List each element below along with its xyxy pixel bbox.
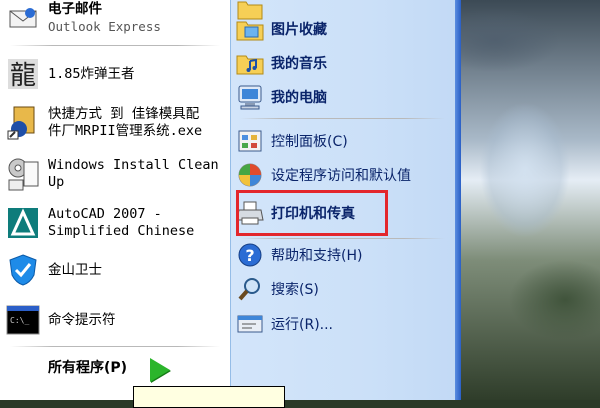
tooltip [133,386,285,408]
search-icon [234,274,266,304]
control-panel-label: 控制面板(C) [271,134,348,150]
email-item[interactable]: 电子邮件 Outlook Express [4,0,226,38]
pictures-folder-icon [234,14,266,44]
all-programs-button[interactable]: 所有程序(P) [48,357,127,377]
recent-item-label: 金山卫士 [48,261,102,278]
program-access-icon [234,160,266,190]
autocad-icon [4,204,42,242]
recent-item-label-line1: Windows Install Clean [48,157,219,173]
desktop-wallpaper [455,0,600,400]
run-icon [234,309,266,339]
svg-text:?: ? [245,246,254,265]
recent-item-kingsoft-guard[interactable]: 金山卫士 [4,250,226,290]
recent-item-label-line2: Up [48,174,65,190]
run-label: 运行(R)... [271,317,334,333]
recent-item-command-prompt[interactable]: C:\_ 命令提示符 [4,300,226,340]
recent-item-mrp-shortcut[interactable]: 快捷方式 到 佳锋模具配 件厂MRPII管理系统.exe [4,102,226,144]
installer-icon [4,155,42,193]
music-label: 我的音乐 [271,56,327,72]
start-menu-border [455,0,461,400]
bomb-game-icon: 龍 [4,55,42,93]
recent-item-label-line2: 件厂MRPII管理系统.exe [48,123,203,139]
control-panel-icon [234,126,266,156]
my-computer-icon [234,82,266,112]
separator [10,45,220,46]
search-label: 搜索(S) [271,282,319,298]
svg-text:龍: 龍 [10,61,36,91]
recent-item-label: 1.85炸弹王者 [48,65,135,82]
separator [10,346,220,347]
separator [240,118,445,119]
my-computer-item[interactable]: 我的电脑 [234,80,452,114]
mrp-shortcut-icon [4,104,42,142]
recent-item-label-line2: Simplified Chinese [48,223,195,239]
command-prompt-icon: C:\_ [4,301,42,339]
music-item[interactable]: 我的音乐 [234,46,452,80]
pictures-item[interactable]: 图片收藏 [234,12,452,46]
program-access-label: 设定程序访问和默认值 [271,168,411,184]
help-support-label: 帮助和支持(H) [271,248,363,264]
recent-item-autocad[interactable]: AutoCAD 2007 - Simplified Chinese [4,203,226,243]
recent-item-windows-install-cleanup[interactable]: Windows Install Clean Up [4,153,226,195]
outlook-express-icon [4,0,42,37]
email-subtitle: Outlook Express [48,19,161,34]
recent-item-label: 命令提示符 [48,311,116,328]
play-arrow-icon [150,358,170,382]
music-folder-icon [234,48,266,78]
program-access-item[interactable]: 设定程序访问和默认值 [234,158,452,192]
control-panel-item[interactable]: 控制面板(C) [234,124,452,158]
recent-item-bomb-game[interactable]: 龍 1.85炸弹王者 [4,54,226,94]
recent-item-label-line1: 快捷方式 到 佳锋模具配 [48,106,200,122]
run-item[interactable]: 运行(R)... [234,307,452,341]
help-support-item[interactable]: ? 帮助和支持(H) [234,238,452,272]
recent-item-label-line1: AutoCAD 2007 - [48,206,162,222]
svg-text:C:\_: C:\_ [10,316,29,325]
my-computer-label: 我的电脑 [271,90,327,106]
email-title: 电子邮件 [48,1,102,17]
start-menu: 电子邮件 Outlook Express 龍 1.85炸弹王者 快捷方式 到 佳… [0,0,461,408]
shield-icon [4,251,42,289]
search-item[interactable]: 搜索(S) [234,272,452,306]
help-icon: ? [234,240,266,270]
pictures-label: 图片收藏 [271,22,327,38]
highlight-box [236,190,388,236]
